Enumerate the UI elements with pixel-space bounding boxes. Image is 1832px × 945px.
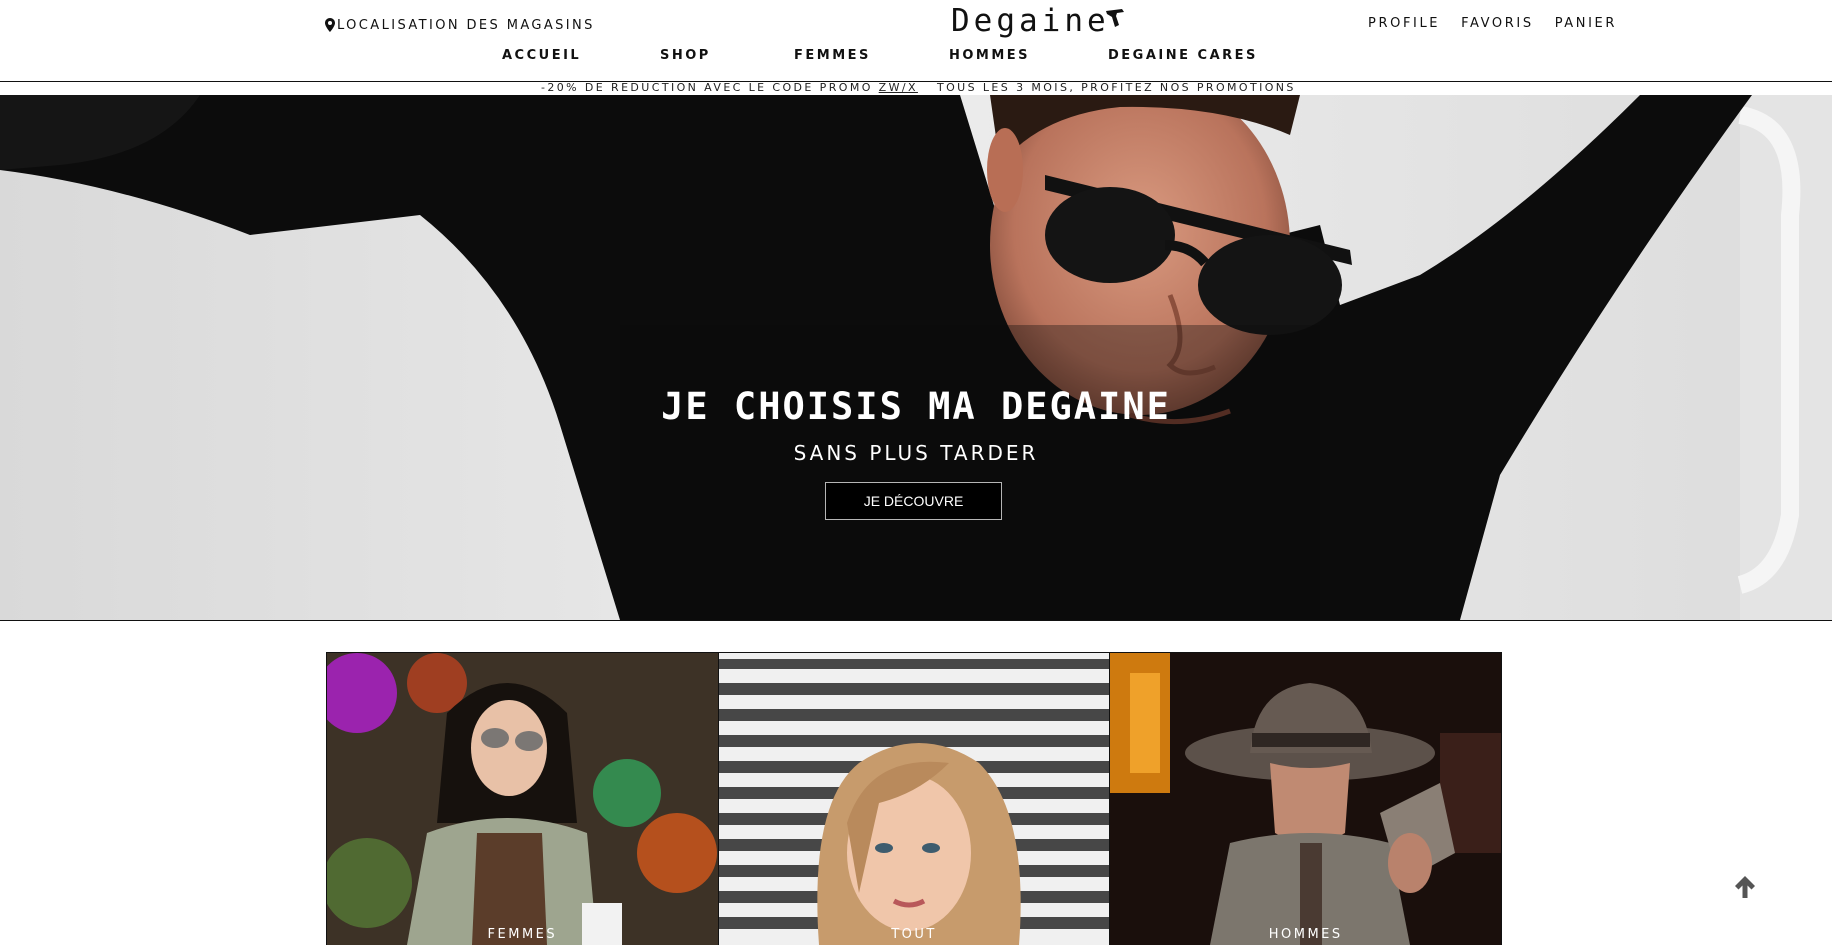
category-image-femmes bbox=[327, 653, 718, 945]
hero-subtitle: SANS PLUS TARDER bbox=[793, 441, 1039, 465]
site-logo[interactable]: Degaine bbox=[951, 3, 1126, 39]
hero-image bbox=[0, 95, 1832, 620]
revolver-icon bbox=[1105, 9, 1124, 27]
cart-link[interactable]: PANIER bbox=[1555, 16, 1617, 31]
main-nav: ACCUEIL SHOP FEMMES HOMMES DEGAINE CARES bbox=[0, 48, 1832, 68]
category-card-femmes[interactable]: FEMMES bbox=[326, 653, 718, 945]
hero-banner: JE CHOISIS MA DEGAINE SANS PLUS TARDER J… bbox=[0, 95, 1832, 620]
nav-item-degaine-cares[interactable]: DEGAINE CARES bbox=[1108, 48, 1258, 63]
category-card-tout[interactable]: TOUT bbox=[717, 653, 1110, 945]
logo-text: Degaine bbox=[951, 3, 1110, 39]
nav-item-femmes[interactable]: FEMMES bbox=[794, 48, 871, 63]
site-header: LOCALISATION DES MAGASINS Degaine PROFIL… bbox=[0, 0, 1832, 81]
store-locator-link[interactable]: LOCALISATION DES MAGASINS bbox=[325, 15, 595, 35]
user-nav: PROFILE FAVORIS PANIER bbox=[1368, 16, 1617, 31]
nav-item-hommes[interactable]: HOMMES bbox=[949, 48, 1030, 63]
category-card-hommes[interactable]: HOMMES bbox=[1109, 653, 1503, 945]
nav-item-accueil[interactable]: ACCUEIL bbox=[502, 48, 581, 63]
category-image-hommes bbox=[1110, 653, 1502, 945]
hero-divider bbox=[0, 620, 1832, 621]
promo-code[interactable]: ZW/X bbox=[879, 81, 918, 94]
category-grid: FEMMES TOUT HOMMES bbox=[326, 652, 1503, 945]
discover-button[interactable]: JE DÉCOUVRE bbox=[825, 482, 1002, 520]
hero-title: JE CHOISIS MA DEGAINE bbox=[661, 385, 1171, 428]
promo-message-secondary: TOUS LES 3 MOIS, PROFITEZ NOS PROMOTIONS bbox=[937, 81, 1296, 94]
favorites-link[interactable]: FAVORIS bbox=[1461, 16, 1534, 31]
category-label-tout: TOUT bbox=[891, 927, 937, 942]
category-image-tout bbox=[718, 653, 1110, 945]
arrow-up-icon bbox=[1735, 876, 1755, 898]
nav-item-shop[interactable]: SHOP bbox=[660, 48, 711, 63]
promo-bar: -20% DE REDUCTION AVEC LE CODE PROMO ZW/… bbox=[0, 81, 1832, 95]
promo-text: -20% DE REDUCTION AVEC LE CODE PROMO bbox=[541, 81, 879, 94]
scroll-to-top-button[interactable] bbox=[1730, 872, 1760, 902]
category-label-femmes: FEMMES bbox=[487, 927, 558, 942]
category-label-hommes: HOMMES bbox=[1268, 927, 1343, 942]
profile-link[interactable]: PROFILE bbox=[1368, 16, 1440, 31]
store-locator-label: LOCALISATION DES MAGASINS bbox=[337, 17, 595, 33]
promo-message: -20% DE REDUCTION AVEC LE CODE PROMO ZW/… bbox=[541, 81, 918, 94]
map-pin-icon bbox=[325, 18, 335, 32]
